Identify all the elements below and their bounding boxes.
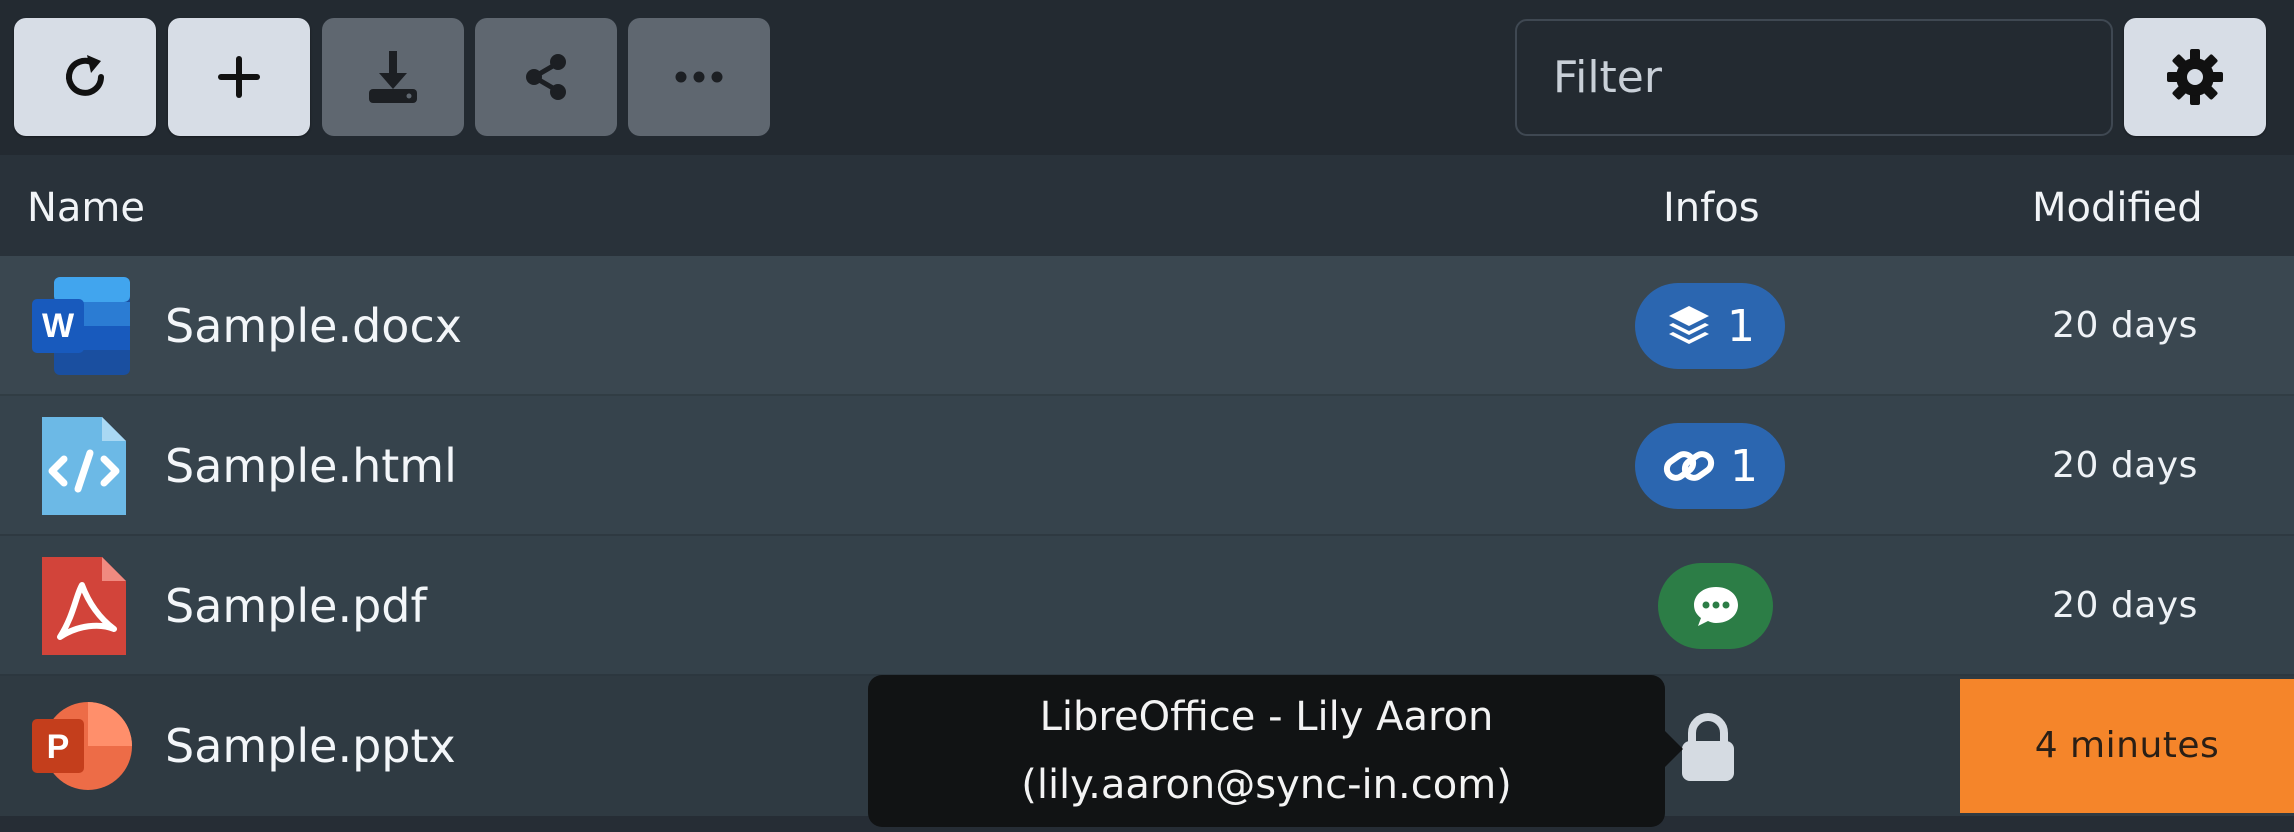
share-icon (526, 54, 566, 100)
file-name[interactable]: Sample.html (165, 396, 457, 536)
tooltip-line-1: LibreOffice - Lily Aaron (1039, 694, 1494, 740)
link-icon (1663, 451, 1715, 481)
refresh-icon (66, 55, 104, 96)
settings-button[interactable] (2124, 18, 2266, 136)
download-icon (369, 51, 417, 103)
add-button[interactable] (168, 18, 310, 136)
file-browser: Name Infos Modified W Sample.docx 1 20 d… (0, 0, 2294, 832)
svg-text:P: P (47, 728, 70, 766)
versions-badge[interactable]: 1 (1635, 283, 1785, 369)
file-name[interactable]: Sample.pptx (165, 676, 456, 816)
gear-icon (2167, 49, 2223, 105)
more-actions-button[interactable] (628, 18, 770, 136)
column-name-header[interactable]: Name (27, 155, 145, 256)
modified-date: 4 minutes (1960, 679, 2294, 813)
modified-date: 20 days (2052, 305, 2198, 346)
table-row[interactable]: Sample.pdf 20 days (0, 536, 2294, 676)
layers-icon (1669, 306, 1709, 344)
comment-icon (1693, 587, 1738, 626)
column-infos-header[interactable]: Infos (1663, 155, 1760, 256)
file-name[interactable]: Sample.docx (165, 256, 462, 396)
file-name[interactable]: Sample.pdf (165, 536, 427, 676)
modified-date: 20 days (2052, 445, 2198, 486)
comments-badge[interactable] (1658, 563, 1773, 649)
refresh-button[interactable] (14, 18, 156, 136)
links-count: 1 (1730, 440, 1758, 492)
table-row[interactable]: Sample.html 1 20 days (0, 396, 2294, 536)
tooltip-arrow (1665, 731, 1683, 767)
plus-icon (218, 56, 260, 98)
html-file-icon (42, 417, 126, 515)
tooltip-line-2: (lily.aaron@sync-in.com) (1021, 762, 1512, 808)
links-badge[interactable]: 1 (1635, 423, 1785, 509)
more-icon (675, 71, 723, 83)
table-header: Name Infos Modified (0, 155, 2294, 256)
lock-tooltip: LibreOffice - Lily Aaron (lily.aaron@syn… (868, 675, 1683, 827)
pdf-file-icon (42, 557, 126, 655)
lock-icon[interactable] (1676, 709, 1740, 783)
powerpoint-file-icon: P (32, 702, 132, 790)
modified-date: 20 days (2052, 585, 2198, 626)
column-modified-header[interactable]: Modified (2032, 155, 2203, 256)
filter-input[interactable] (1515, 19, 2113, 136)
toolbar (0, 0, 2294, 155)
download-button[interactable] (322, 18, 464, 136)
share-button[interactable] (475, 18, 617, 136)
table-row[interactable]: W Sample.docx 1 20 days (0, 256, 2294, 396)
versions-count: 1 (1727, 300, 1755, 352)
svg-text:W: W (42, 307, 75, 345)
word-file-icon: W (32, 277, 130, 375)
